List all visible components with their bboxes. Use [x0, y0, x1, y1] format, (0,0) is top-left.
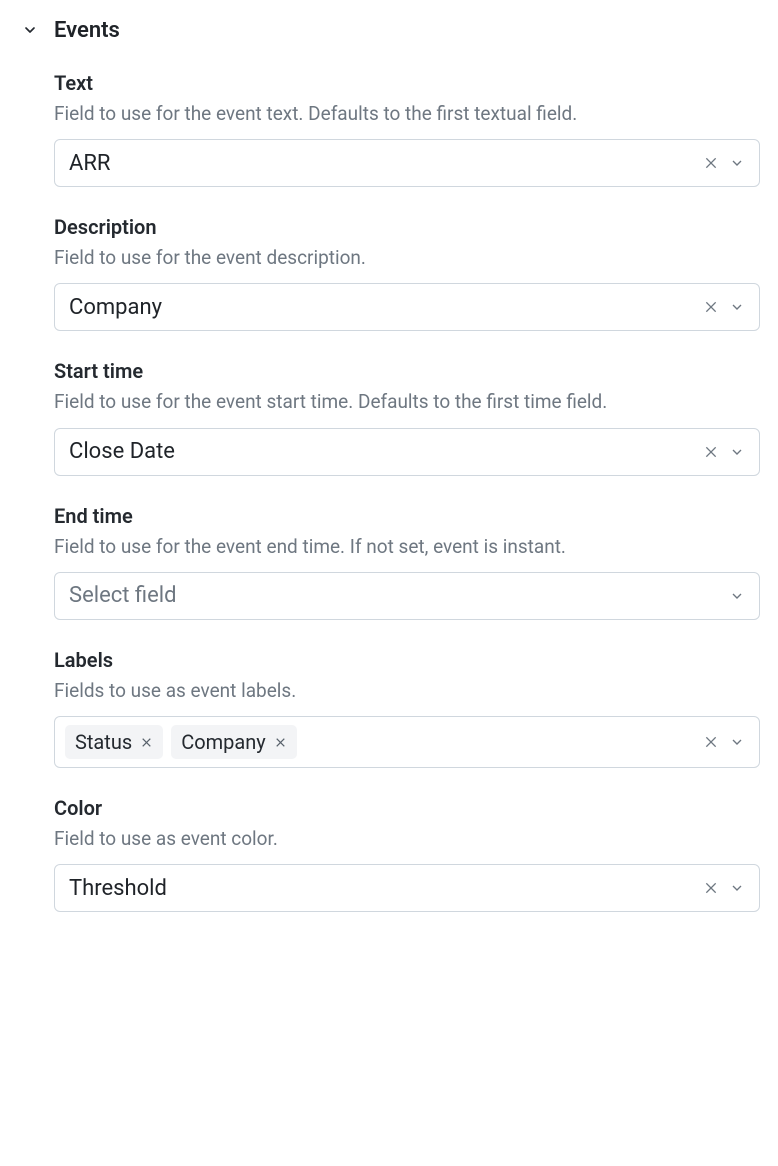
select-end-time[interactable]: Select field — [54, 572, 760, 620]
select-end-time-placeholder: Select field — [69, 583, 177, 608]
section-body: Events Text Field to use for the event t… — [54, 16, 760, 940]
field-label-color: Color — [54, 796, 760, 820]
field-help-labels: Fields to use as event labels. — [54, 678, 760, 704]
section-title: Events — [54, 18, 760, 43]
tag-remove-icon[interactable] — [140, 736, 153, 749]
tags-container: Status Company — [65, 725, 703, 759]
field-group-end-time: End time Field to use for the event end … — [54, 504, 760, 620]
chevron-down-icon[interactable] — [729, 444, 745, 460]
field-group-text: Text Field to use for the event text. De… — [54, 71, 760, 187]
field-group-labels: Labels Fields to use as event labels. St… — [54, 648, 760, 768]
field-group-color: Color Field to use as event color. Thres… — [54, 796, 760, 912]
select-color[interactable]: Threshold — [54, 864, 760, 912]
chevron-down-icon[interactable] — [729, 734, 745, 750]
select-text-controls — [703, 155, 745, 171]
field-help-color: Field to use as event color. — [54, 826, 760, 852]
tag-label: Company — [181, 730, 266, 754]
field-label-start-time: Start time — [54, 359, 760, 383]
chevron-down-icon[interactable] — [729, 880, 745, 896]
chevron-down-icon[interactable] — [729, 155, 745, 171]
clear-icon[interactable] — [703, 299, 719, 315]
select-start-time-controls — [703, 444, 745, 460]
select-description[interactable]: Company — [54, 283, 760, 331]
chevron-down-icon — [22, 22, 38, 42]
select-description-controls — [703, 299, 745, 315]
chevron-down-icon[interactable] — [729, 588, 745, 604]
field-group-start-time: Start time Field to use for the event st… — [54, 359, 760, 475]
clear-icon[interactable] — [703, 155, 719, 171]
field-label-description: Description — [54, 215, 760, 239]
select-description-value: Company — [69, 295, 162, 320]
select-start-time[interactable]: Close Date — [54, 428, 760, 476]
events-section: Events Text Field to use for the event t… — [18, 16, 760, 940]
field-label-labels: Labels — [54, 648, 760, 672]
field-help-text: Field to use for the event text. Default… — [54, 101, 760, 127]
tag-status: Status — [65, 725, 163, 759]
select-color-controls — [703, 880, 745, 896]
clear-icon[interactable] — [703, 444, 719, 460]
field-group-description: Description Field to use for the event d… — [54, 215, 760, 331]
select-text-value: ARR — [69, 151, 110, 176]
field-label-text: Text — [54, 71, 760, 95]
field-help-description: Field to use for the event description. — [54, 245, 760, 271]
clear-icon[interactable] — [703, 880, 719, 896]
chevron-down-icon[interactable] — [729, 299, 745, 315]
select-start-time-value: Close Date — [69, 439, 175, 464]
tag-company: Company — [171, 725, 297, 759]
select-text[interactable]: ARR — [54, 139, 760, 187]
clear-icon[interactable] — [703, 734, 719, 750]
select-end-time-controls — [729, 588, 745, 604]
select-color-value: Threshold — [69, 876, 167, 901]
section-collapse-toggle[interactable] — [18, 16, 54, 42]
tag-label: Status — [75, 730, 132, 754]
field-help-end-time: Field to use for the event end time. If … — [54, 534, 760, 560]
select-labels[interactable]: Status Company — [54, 716, 760, 768]
field-help-start-time: Field to use for the event start time. D… — [54, 389, 760, 415]
select-labels-controls — [703, 734, 745, 750]
field-label-end-time: End time — [54, 504, 760, 528]
tag-remove-icon[interactable] — [274, 736, 287, 749]
